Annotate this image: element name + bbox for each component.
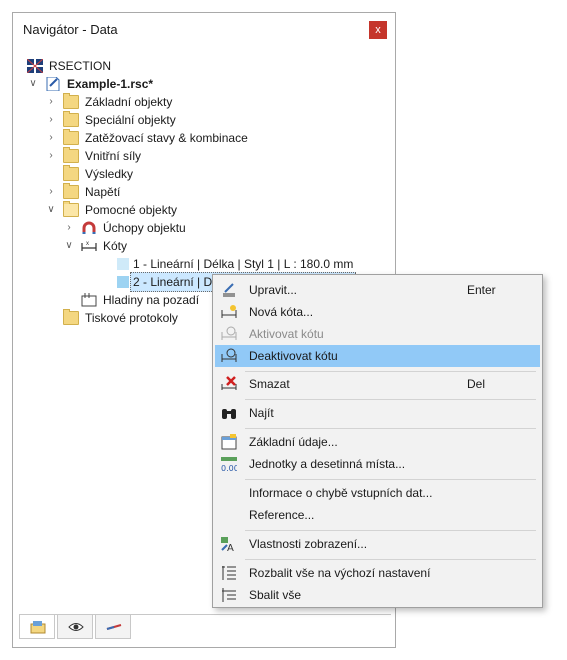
- tree-item-label: Vnitřní síly: [85, 149, 142, 163]
- menu-separator: [245, 530, 536, 531]
- dimension-color-icon: [117, 258, 129, 270]
- svg-text:x: x: [86, 241, 89, 247]
- folder-icon: [63, 147, 79, 163]
- delete-icon: [221, 376, 237, 390]
- chevron-down-icon[interactable]: ∨: [45, 201, 57, 219]
- file-label: Example-1.rsc*: [67, 77, 154, 91]
- tree-item-label: Speciální objekty: [85, 113, 176, 127]
- folder-icon: [63, 309, 79, 325]
- menu-item-find[interactable]: Najít: [215, 402, 540, 424]
- collapse-all-icon: [222, 588, 236, 602]
- views-icon: [106, 624, 122, 630]
- svg-text:0.00: 0.00: [221, 464, 237, 472]
- chevron-right-icon[interactable]: ›: [45, 111, 57, 129]
- menu-item-label: Upravit...: [249, 283, 298, 297]
- menu-separator: [245, 559, 536, 560]
- new-dimension-icon: [221, 305, 237, 318]
- menu-item-label: Jednotky a desetinná místa...: [249, 457, 406, 471]
- menu-item-display-properties[interactable]: A Vlastnosti zobrazení...: [215, 533, 540, 555]
- menu-item-label: Smazat: [249, 377, 290, 391]
- menu-item-delete[interactable]: Smazat Del: [215, 373, 540, 395]
- menu-item-label: Informace o chybě vstupních dat...: [249, 486, 433, 500]
- tree-item-label: Základní objekty: [85, 95, 173, 109]
- title-bar: Navigátor - Data x: [13, 13, 395, 47]
- svg-text:A: A: [227, 543, 234, 552]
- menu-item-units[interactable]: 0.00 Jednotky a desetinná místa...: [215, 453, 540, 475]
- display-properties-icon: A: [221, 537, 234, 552]
- expand-all-icon: [222, 566, 236, 580]
- close-button[interactable]: x: [369, 21, 387, 39]
- folder-open-icon: [63, 201, 79, 217]
- folder-icon: [63, 183, 79, 199]
- activate-icon: [221, 326, 237, 340]
- chevron-down-icon[interactable]: ∨: [27, 75, 39, 93]
- menu-separator: [245, 479, 536, 480]
- bottom-tabs: [19, 614, 391, 641]
- magnet-icon: [82, 221, 96, 234]
- tree-item-label: Tiskové protokoly: [85, 311, 178, 325]
- eye-icon: [68, 623, 84, 631]
- menu-separator: [245, 428, 536, 429]
- tree-item-label: Úchopy objektu: [103, 221, 186, 235]
- chevron-right-icon[interactable]: ›: [63, 219, 75, 237]
- menu-item-label: Aktivovat kótu: [249, 327, 324, 341]
- units-icon: 0.00: [221, 457, 237, 472]
- tab-display[interactable]: [57, 615, 93, 639]
- menu-item-label: Nová kóta...: [249, 305, 314, 319]
- menu-separator: [245, 371, 536, 372]
- chevron-right-icon[interactable]: ›: [45, 183, 57, 201]
- file-icon: [46, 77, 60, 91]
- menu-item-new-dimension[interactable]: Nová kóta...: [215, 301, 540, 323]
- folder-icon: [63, 165, 79, 181]
- menu-item-deactivate[interactable]: Deaktivovat kótu: [215, 345, 540, 367]
- context-menu: Upravit... Enter Nová kóta... Aktivovat …: [212, 274, 543, 608]
- data-icon: [30, 621, 46, 634]
- menu-item-basic-data[interactable]: Základní údaje...: [215, 431, 540, 453]
- menu-item-label: Najít: [249, 406, 274, 420]
- dimension-icon: x: [81, 241, 97, 251]
- menu-item-reference[interactable]: Reference...: [215, 504, 540, 526]
- basic-data-icon: [221, 434, 237, 450]
- menu-item-label: Vlastnosti zobrazení...: [249, 537, 368, 551]
- layers-icon: [81, 293, 97, 307]
- tree-item-label: Hladiny na pozadí: [103, 293, 200, 307]
- tree-root-label: RSECTION: [49, 59, 112, 73]
- menu-item-label: Deaktivovat kótu: [249, 349, 338, 363]
- menu-item-label: Základní údaje...: [249, 435, 338, 449]
- chevron-right-icon[interactable]: ›: [45, 129, 57, 147]
- edit-icon: [223, 283, 235, 297]
- tree-item-label: Zatěžovací stavy & kombinace: [85, 131, 248, 145]
- tree-item-label: Kóty: [103, 239, 128, 253]
- tab-data[interactable]: [19, 615, 55, 639]
- shortcut-label: Enter: [467, 283, 496, 297]
- deactivate-icon: [221, 348, 237, 362]
- chevron-down-icon[interactable]: ∨: [63, 237, 75, 255]
- menu-item-label: Reference...: [249, 508, 315, 522]
- tree-item-label: Pomocné objekty: [85, 203, 178, 217]
- binoculars-icon: [222, 409, 236, 419]
- window-title: Navigátor - Data: [23, 22, 118, 37]
- menu-item-error-info[interactable]: Informace o chybě vstupních dat...: [215, 482, 540, 504]
- tab-views[interactable]: [95, 615, 131, 639]
- menu-item-collapse-all[interactable]: Sbalit vše: [215, 584, 540, 606]
- menu-separator: [245, 399, 536, 400]
- menu-item-activate: Aktivovat kótu: [215, 323, 540, 345]
- menu-item-label: Sbalit vše: [249, 588, 302, 602]
- chevron-right-icon[interactable]: ›: [45, 93, 57, 111]
- tree-item-label: Výsledky: [85, 167, 134, 181]
- dimension-color-icon: [117, 276, 129, 288]
- rsection-logo-icon: [27, 59, 43, 73]
- folder-icon: [63, 93, 79, 109]
- shortcut-label: Del: [467, 377, 486, 391]
- menu-item-edit[interactable]: Upravit... Enter: [215, 279, 540, 301]
- folder-icon: [63, 111, 79, 127]
- chevron-right-icon[interactable]: ›: [45, 147, 57, 165]
- menu-item-label: Rozbalit vše na výchozí nastavení: [249, 566, 431, 580]
- tree-item-label: 1 - Lineární | Délka | Styl 1 | L : 180.…: [133, 257, 354, 271]
- menu-item-expand-all[interactable]: Rozbalit vše na výchozí nastavení: [215, 562, 540, 584]
- folder-icon: [63, 129, 79, 145]
- tree-item-label: Napětí: [85, 185, 121, 199]
